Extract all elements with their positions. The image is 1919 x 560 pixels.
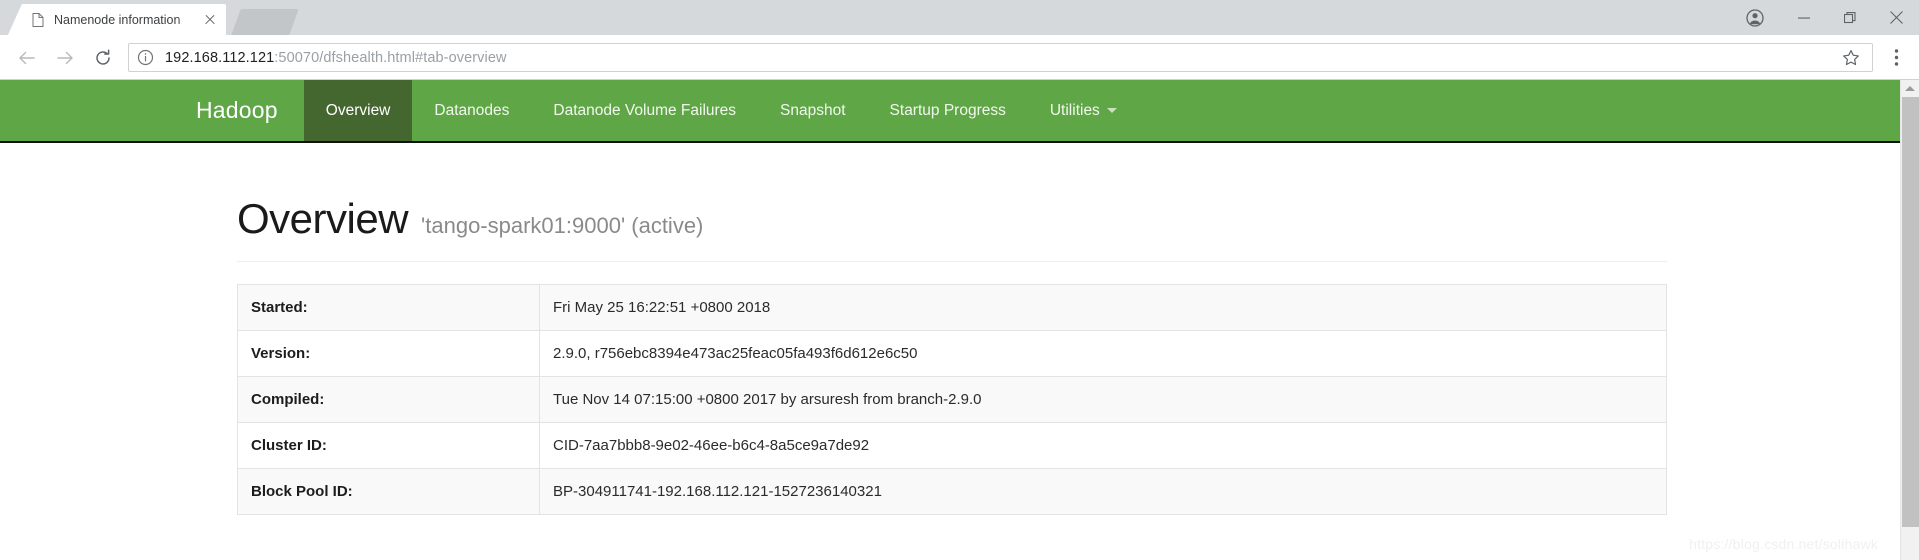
row-value: Fri May 25 16:22:51 +0800 2018 xyxy=(539,284,1667,331)
nav-item-datanode-volume-failures[interactable]: Datanode Volume Failures xyxy=(531,80,758,141)
back-arrow-icon[interactable] xyxy=(8,39,46,77)
nav-item-label: Overview xyxy=(325,101,391,119)
nav-item-label: Datanode Volume Failures xyxy=(553,101,737,119)
restore-icon[interactable] xyxy=(1827,0,1873,35)
nav-item-snapshot[interactable]: Snapshot xyxy=(758,80,868,141)
vertical-scrollbar[interactable] xyxy=(1900,80,1919,560)
url-host: 192.168.112.121 xyxy=(165,49,275,66)
tab-title: Namenode information xyxy=(54,12,181,27)
overview-table: Started: Fri May 25 16:22:51 +0800 2018 … xyxy=(237,284,1667,515)
row-label: Version: xyxy=(237,330,540,377)
url-path: :50070/dfshealth.html#tab-overview xyxy=(274,49,507,66)
row-value: BP-304911741-192.168.112.121-15272361403… xyxy=(539,468,1667,515)
watermark: https://blog.csdn.net/solihawk xyxy=(1689,536,1878,552)
nav-item-label: Utilities xyxy=(1049,101,1100,119)
table-row: Cluster ID: CID-7aa7bbb8-9e02-46ee-b6c4-… xyxy=(237,422,1667,469)
reload-icon[interactable] xyxy=(84,39,122,77)
page-subtitle: 'tango-spark01:9000' (active) xyxy=(421,213,704,238)
nav-item-label: Snapshot xyxy=(780,101,846,119)
tab-strip: Namenode information xyxy=(0,0,1919,35)
nav-item-utilities[interactable]: Utilities xyxy=(1028,80,1139,141)
hadoop-navbar: Hadoop Overview Datanodes Datanode Volum… xyxy=(0,80,1900,143)
row-value: Tue Nov 14 07:15:00 +0800 2017 by arsure… xyxy=(539,376,1667,423)
address-bar[interactable]: 192.168.112.121:50070/dfshealth.html#tab… xyxy=(128,43,1873,72)
table-row: Version: 2.9.0, r756ebc8394e473ac25feac0… xyxy=(237,330,1667,377)
row-label: Block Pool ID: xyxy=(237,468,540,515)
forward-arrow-icon[interactable] xyxy=(46,39,84,77)
nav-item-label: Datanodes xyxy=(434,101,510,119)
close-icon[interactable] xyxy=(202,12,218,28)
nav-item-label: Startup Progress xyxy=(889,101,1006,119)
page-title-text: Overview xyxy=(237,195,409,242)
window-controls xyxy=(1729,0,1919,35)
browser-window: Namenode information 192.168.112.121:500… xyxy=(0,0,1919,560)
browser-toolbar: 192.168.112.121:50070/dfshealth.html#tab… xyxy=(0,35,1919,80)
page-title: Overview 'tango-spark01:9000' (active) xyxy=(237,195,1667,262)
star-icon[interactable] xyxy=(1838,49,1864,67)
row-value: CID-7aa7bbb8-9e02-46ee-b6c4-8a5ce9a7de92 xyxy=(539,422,1667,469)
nav-item-datanodes[interactable]: Datanodes xyxy=(412,80,531,141)
three-dot-menu-icon[interactable] xyxy=(1881,39,1911,77)
info-circle-icon[interactable] xyxy=(137,49,155,66)
row-label: Cluster ID: xyxy=(237,422,540,469)
scroll-up-arrow-icon[interactable] xyxy=(1901,80,1919,97)
nav-item-startup-progress[interactable]: Startup Progress xyxy=(868,80,1028,141)
table-row: Compiled: Tue Nov 14 07:15:00 +0800 2017… xyxy=(237,376,1667,423)
nav-item-overview[interactable]: Overview xyxy=(303,80,413,141)
page-content: Overview 'tango-spark01:9000' (active) S… xyxy=(0,143,1900,515)
row-label: Started: xyxy=(237,284,540,331)
row-label: Compiled: xyxy=(237,376,540,423)
new-tab-icon[interactable] xyxy=(231,9,299,35)
row-value: 2.9.0, r756ebc8394e473ac25feac05fa493f6d… xyxy=(539,330,1667,377)
minimize-icon[interactable] xyxy=(1781,0,1827,35)
table-row: Started: Fri May 25 16:22:51 +0800 2018 xyxy=(237,284,1667,331)
table-row: Block Pool ID: BP-304911741-192.168.112.… xyxy=(237,468,1667,515)
url-text: 192.168.112.121:50070/dfshealth.html#tab… xyxy=(165,50,507,66)
hadoop-brand[interactable]: Hadoop xyxy=(196,80,304,141)
hadoop-page: Hadoop Overview Datanodes Datanode Volum… xyxy=(0,80,1900,560)
browser-tab[interactable]: Namenode information xyxy=(8,4,226,35)
profile-avatar-icon[interactable] xyxy=(1729,0,1781,35)
close-icon[interactable] xyxy=(1873,0,1919,35)
scrollbar-track[interactable] xyxy=(1901,97,1919,560)
chevron-down-icon xyxy=(1106,108,1117,113)
scrollbar-thumb[interactable] xyxy=(1902,97,1919,527)
page-icon xyxy=(30,12,46,28)
page-viewport: Hadoop Overview Datanodes Datanode Volum… xyxy=(0,80,1919,560)
